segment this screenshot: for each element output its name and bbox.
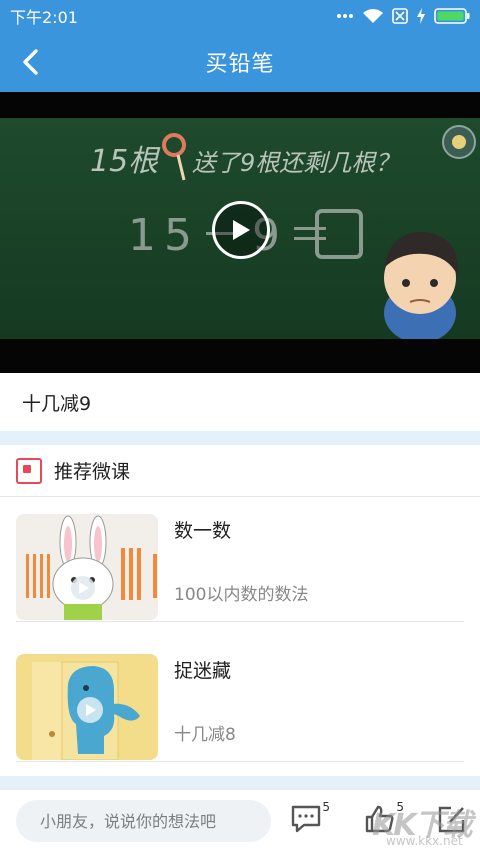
status-bar: 下午2:01 xyxy=(0,0,480,32)
course-thumbnail xyxy=(16,654,158,760)
elephant-thumbnail-icon xyxy=(16,654,158,760)
comment-count: 5 xyxy=(322,800,330,814)
watermark-url: www.kkx.net xyxy=(386,834,463,848)
top-app-bar: 买铅笔 xyxy=(0,32,480,92)
section-divider xyxy=(0,431,480,445)
comment-input[interactable] xyxy=(16,800,271,842)
watermark-logo: KK下载 www.kkx.net xyxy=(364,800,480,853)
sim-icon xyxy=(392,8,408,24)
chevron-left-icon xyxy=(23,49,38,75)
dots-icon xyxy=(337,14,353,18)
board-text-b: 送了9根还剩几根？ xyxy=(192,149,399,177)
boy-character-icon xyxy=(384,231,459,343)
course-name: 数一数 xyxy=(174,520,232,542)
lesson-title: 十几减9 xyxy=(22,392,92,415)
status-time: 下午2:01 xyxy=(10,8,78,27)
battery-icon xyxy=(434,8,470,24)
course-description: 100以内数的数法 xyxy=(174,585,309,605)
comment-icon xyxy=(291,805,321,833)
board-text-a: 15根 xyxy=(90,144,161,179)
recommend-heading: 推荐微课 xyxy=(54,461,131,483)
status-icons xyxy=(336,8,470,24)
course-description: 十几减8 xyxy=(174,725,236,745)
course-thumbnail xyxy=(16,514,158,620)
course-item[interactable]: 捉迷藏 十几减8 xyxy=(16,638,464,762)
play-button[interactable] xyxy=(212,201,270,259)
play-icon xyxy=(233,220,250,240)
charging-icon xyxy=(417,8,425,24)
rabbit-thumbnail-icon xyxy=(16,514,158,620)
section-divider xyxy=(0,776,480,789)
recommend-section-header: 推荐微课 xyxy=(0,445,480,497)
back-button[interactable] xyxy=(14,46,46,78)
wifi-icon xyxy=(363,9,383,23)
video-lesson-icon xyxy=(16,457,42,484)
comments-button[interactable]: 5 xyxy=(290,800,330,838)
video-player[interactable]: 15根 送了9根还剩几根？ 15－9＝ xyxy=(0,92,480,373)
course-item[interactable]: 数一数 100以内数的数法 xyxy=(16,498,464,622)
page-title: 买铅笔 xyxy=(205,52,275,77)
course-name: 捉迷藏 xyxy=(174,660,232,682)
